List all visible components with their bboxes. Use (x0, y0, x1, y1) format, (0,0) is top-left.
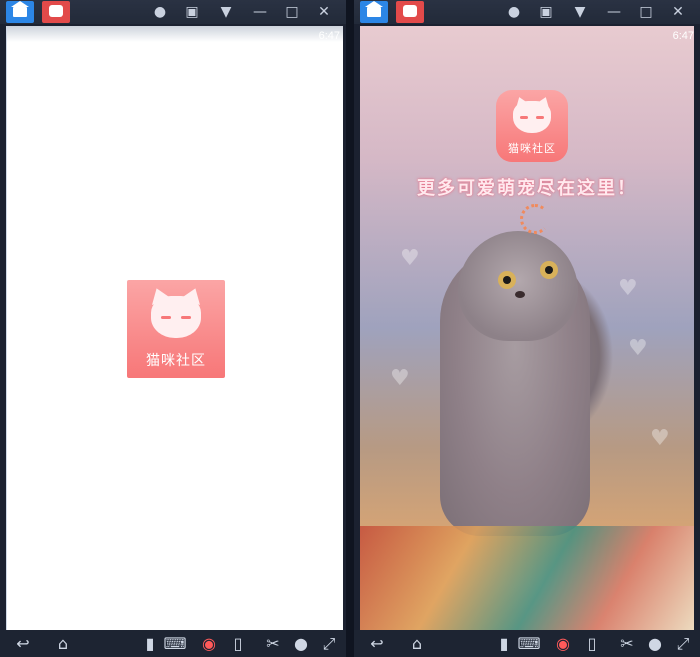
close-icon[interactable]: ✕ (668, 2, 688, 22)
fullscreen-icon[interactable]: ⤢ (672, 633, 694, 655)
minimize-icon[interactable]: — (604, 2, 624, 22)
cat-photo-head (458, 231, 578, 341)
heart-decoration: ♥ (628, 336, 648, 361)
splash-screen-cat: ♥ ♥ ♥ ♥ ♥ 猫咪社区 更多可爱萌宠尽在这里！ (360, 26, 694, 630)
rotate-icon[interactable]: ▮ (496, 633, 512, 655)
home-icon[interactable]: ⌂ (404, 633, 430, 655)
cat-photo-eye (498, 271, 516, 289)
cat-eye-right (181, 316, 191, 319)
cat-eye-left (161, 316, 171, 319)
account-icon[interactable]: ● (150, 2, 170, 22)
back-icon[interactable]: ↩ (364, 633, 390, 655)
status-time: 6:47 (318, 30, 340, 42)
close-icon[interactable]: ✕ (314, 2, 334, 22)
app-tab[interactable] (396, 1, 424, 23)
minimize-icon[interactable]: — (250, 2, 270, 22)
cat-eye-right (536, 116, 544, 119)
back-icon[interactable]: ↩ (10, 633, 36, 655)
wifi-icon[interactable]: ▼ (570, 2, 590, 22)
heart-decoration: ♥ (618, 276, 638, 301)
phone-icon[interactable]: ▯ (584, 633, 600, 655)
heart-decoration: ♥ (650, 426, 670, 451)
location-icon[interactable]: ● (292, 633, 310, 655)
app-logo: 猫咪社区 (496, 90, 568, 162)
cat-photo-nose (515, 291, 525, 298)
scissors-icon[interactable]: ✂ (262, 633, 284, 655)
loading-spinner (520, 204, 550, 234)
cat-face-icon (151, 296, 201, 338)
maximize-icon[interactable]: □ (636, 2, 656, 22)
cat-face-icon (513, 101, 551, 133)
status-bar-shade (7, 26, 343, 42)
fullscreen-icon[interactable]: ⤢ (318, 633, 340, 655)
emulator-bottom-bar: ↩ ⌂ ▮ ⌨ ◉ ▯ ✂ ● ⤢ (354, 630, 700, 657)
eye-icon[interactable]: ◉ (550, 633, 576, 655)
shirt-icon[interactable]: ▣ (182, 2, 202, 22)
emulator-title-bar: ● ▣ ▼ — □ ✕ (354, 0, 700, 24)
emulator-title-bar: ● ▣ ▼ — □ ✕ (0, 0, 346, 24)
logo-text: 猫咪社区 (146, 353, 206, 369)
cat-photo-eye (540, 261, 558, 279)
blanket-foreground (360, 526, 694, 630)
logo-text: 猫咪社区 (508, 142, 556, 155)
status-time: 6:47 (672, 30, 694, 42)
app-tab[interactable] (42, 1, 70, 23)
right-emulator-window: ● ▣ ▼ — □ ✕ ♥ ♥ ♥ ♥ ♥ 猫咪社区 更多可爱萌宠尽在这里！ 6… (354, 0, 700, 657)
left-emulator-window: ● ▣ ▼ — □ ✕ 猫咪社区 6:47 ↩ ⌂ ▮ ⌨ ◉ ▯ ✂ ● ⤢ (0, 0, 346, 657)
keyboard-icon[interactable]: ⌨ (516, 633, 542, 655)
eye-icon[interactable]: ◉ (196, 633, 222, 655)
account-icon[interactable]: ● (504, 2, 524, 22)
app-logo: 猫咪社区 (127, 280, 225, 378)
splash-screen-blank: 猫咪社区 (6, 26, 343, 630)
cat-eye-left (520, 116, 528, 119)
emulator-bottom-bar: ↩ ⌂ ▮ ⌨ ◉ ▯ ✂ ● ⤢ (0, 630, 346, 657)
app-tab-icon (403, 5, 417, 17)
shirt-icon[interactable]: ▣ (536, 2, 556, 22)
home-icon[interactable]: ⌂ (50, 633, 76, 655)
home-tab[interactable] (6, 1, 34, 23)
home-tab[interactable] (360, 1, 388, 23)
phone-icon[interactable]: ▯ (230, 633, 246, 655)
panel-divider (346, 0, 354, 657)
rotate-icon[interactable]: ▮ (142, 633, 158, 655)
heart-decoration: ♥ (400, 246, 420, 271)
scissors-icon[interactable]: ✂ (616, 633, 638, 655)
wifi-icon[interactable]: ▼ (216, 2, 236, 22)
app-tab-icon (49, 5, 63, 17)
heart-decoration: ♥ (390, 366, 410, 391)
home-tab-icon (11, 1, 29, 17)
home-tab-icon (365, 1, 383, 17)
slogan-text: 更多可爱萌宠尽在这里！ (417, 178, 637, 199)
location-icon[interactable]: ● (646, 633, 664, 655)
keyboard-icon[interactable]: ⌨ (162, 633, 188, 655)
maximize-icon[interactable]: □ (282, 2, 302, 22)
